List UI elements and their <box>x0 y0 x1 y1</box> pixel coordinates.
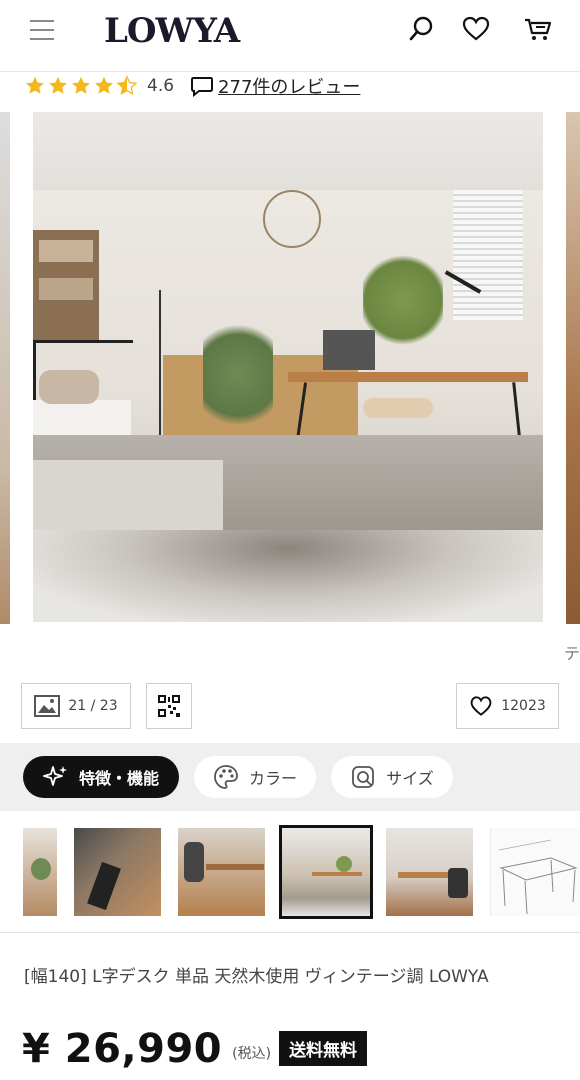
image-counter-button[interactable]: 21 / 23 <box>21 683 131 729</box>
pendant-light <box>263 190 321 248</box>
thumbnail-dimension-drawing <box>498 839 578 915</box>
tab-color[interactable]: カラー <box>194 756 316 798</box>
room-scene <box>33 190 543 530</box>
favorite-count: 12023 <box>501 698 546 714</box>
tab-color-label: カラー <box>248 769 297 788</box>
prev-image-peek[interactable] <box>0 112 10 624</box>
qr-code-icon <box>158 695 180 717</box>
tab-features[interactable]: 特徴・機能 <box>23 756 179 798</box>
sparkle-icon <box>43 766 67 786</box>
thumbnail-strip <box>0 825 580 919</box>
thumbnail[interactable] <box>490 828 580 916</box>
half-star-icon <box>116 75 138 95</box>
desk-chair <box>363 398 433 418</box>
desk-top <box>288 372 528 382</box>
thumbnail-plant <box>336 856 352 872</box>
star-icon <box>49 76 67 94</box>
site-header: LOWYA <box>0 0 580 72</box>
thumbnail-chair <box>448 868 468 898</box>
shelf-books <box>39 278 93 300</box>
tax-note: (税込) <box>232 1046 272 1062</box>
section-divider <box>0 932 580 933</box>
next-slide-caption: テ <box>563 644 580 663</box>
window-blinds <box>453 190 523 320</box>
thumbnail[interactable] <box>178 828 265 916</box>
thumbnail-selected[interactable] <box>279 825 373 919</box>
thumbnail[interactable] <box>23 828 57 916</box>
photo-backdrop-bottom <box>33 530 543 622</box>
photo-backdrop-top <box>33 112 543 190</box>
brand-logo[interactable]: LOWYA <box>104 11 240 51</box>
size-icon <box>352 766 375 788</box>
free-shipping-badge: 送料無料 <box>279 1030 368 1066</box>
star-icon <box>95 76 113 94</box>
tab-features-label: 特徴・機能 <box>78 769 159 788</box>
thumbnail-chair <box>184 842 204 882</box>
price: ¥ 26,990 <box>22 1026 223 1072</box>
plant <box>203 310 273 440</box>
thumbnail[interactable] <box>386 828 473 916</box>
thumbnail-keyboard <box>87 861 121 911</box>
product-image-carousel[interactable] <box>0 112 580 624</box>
favorite-count-button[interactable]: 12023 <box>456 683 559 729</box>
product-title: [幅140] L字デスク 単品 天然木使用 ヴィンテージ調 LOWYA <box>24 967 489 987</box>
comment-icon <box>191 77 214 97</box>
search-icon[interactable] <box>406 14 436 44</box>
image-counter-text: 21 / 23 <box>68 698 118 714</box>
heart-icon <box>470 696 492 716</box>
qr-code-button[interactable] <box>146 683 192 729</box>
fur-pillow <box>39 370 99 404</box>
rating-summary: 4.6 277件のレビュー <box>24 72 360 100</box>
star-icon <box>26 76 44 94</box>
image-icon <box>34 695 61 717</box>
star-rating <box>24 75 139 97</box>
tab-size-label: サイズ <box>386 769 434 788</box>
menu-icon[interactable] <box>30 20 54 40</box>
price-row: ¥ 26,990 (税込) 送料無料 <box>22 1026 368 1072</box>
heart-icon[interactable] <box>461 14 491 44</box>
cart-icon[interactable] <box>523 14 553 44</box>
palette-icon <box>214 765 238 789</box>
star-icon <box>72 76 90 94</box>
tab-size[interactable]: サイズ <box>331 756 453 798</box>
plant <box>363 250 443 350</box>
thumbnail-desk <box>312 872 362 876</box>
rating-value: 4.6 <box>147 76 175 96</box>
feature-tab-bar: 特徴・機能 カラー サイズ <box>0 743 580 811</box>
shelf-books <box>39 240 93 262</box>
floor-lamp <box>159 290 161 450</box>
next-image-peek[interactable] <box>566 112 580 624</box>
rug <box>33 460 223 530</box>
thumbnail-desk <box>206 864 264 870</box>
product-photo[interactable] <box>33 112 543 622</box>
thumbnail[interactable] <box>74 828 161 916</box>
reviews-link[interactable]: 277件のレビュー <box>218 73 360 99</box>
thumbnail-plant <box>31 858 51 880</box>
